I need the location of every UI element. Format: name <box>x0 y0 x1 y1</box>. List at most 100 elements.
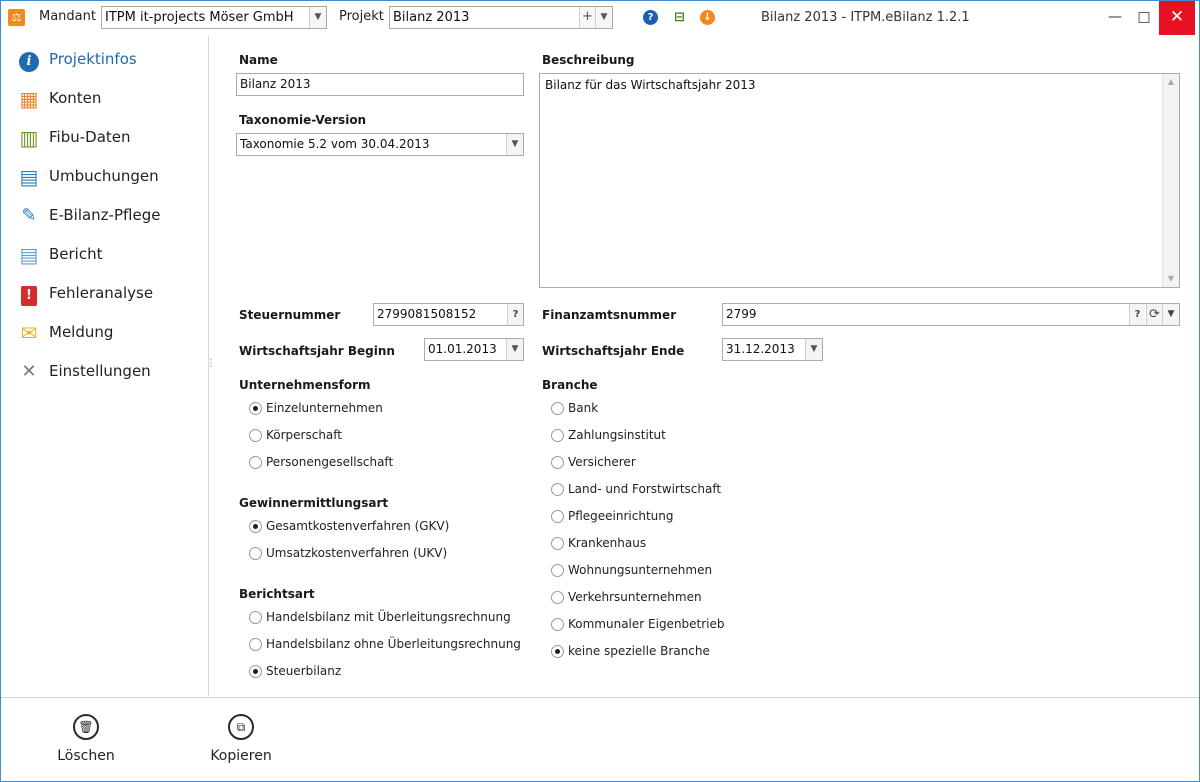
radio-button[interactable] <box>249 520 262 533</box>
chevron-down-icon[interactable]: ▼ <box>506 134 523 155</box>
projekt-value: Bilanz 2013 <box>393 10 470 25</box>
unternehmensform-label: Unternehmensform <box>239 378 371 392</box>
chevron-down-icon[interactable]: ▼ <box>805 339 822 360</box>
taxonomie-select[interactable]: Taxonomie 5.2 vom 30.04.2013 ▼ <box>236 133 524 156</box>
scroll-down-icon[interactable]: ▼ <box>1163 272 1179 286</box>
wj-ende-datepicker[interactable]: 31.12.2013 ▼ <box>722 338 823 361</box>
wj-beginn-value: 01.01.2013 <box>428 342 497 356</box>
sidebar-item-meldung[interactable]: ✉ Meldung <box>8 317 208 347</box>
taxonomie-value: Taxonomie 5.2 vom 30.04.2013 <box>240 137 430 151</box>
network-icon[interactable]: ⊟ <box>672 10 687 25</box>
projekt-label: Projekt <box>339 9 384 24</box>
gewinnermittlungsart-label: Gewinnermittlungsart <box>239 496 389 510</box>
wj-beginn-datepicker[interactable]: 01.01.2013 ▼ <box>424 338 524 361</box>
steuernummer-input[interactable]: 2799081508152 ? <box>373 303 524 326</box>
sidebar-item-label: Fibu-Daten <box>49 128 131 146</box>
chevron-down-icon[interactable]: ▼ <box>595 7 612 28</box>
sidebar-item-projektinfos[interactable]: i Projektinfos <box>8 44 208 74</box>
radio-button[interactable] <box>551 564 564 577</box>
radio-button[interactable] <box>551 645 564 658</box>
radio-label: Krankenhaus <box>568 536 647 550</box>
radio-label: keine spezielle Branche <box>568 644 710 658</box>
copy-label: Kopieren <box>210 748 272 764</box>
finanzamt-help-button[interactable]: ? <box>1129 304 1145 325</box>
radio-button[interactable] <box>551 483 564 496</box>
mandant-select[interactable]: ITPM it-projects Möser GmbH ▼ <box>101 6 327 29</box>
chevron-down-icon[interactable]: ▼ <box>309 7 326 28</box>
radio-button[interactable] <box>551 510 564 523</box>
chevron-down-icon[interactable]: ▼ <box>1162 304 1179 325</box>
sidebar-item-e-bilanz-pflege[interactable]: ✎ E-Bilanz-Pflege <box>8 200 208 230</box>
finanzamt-label: Finanzamtsnummer <box>542 308 677 322</box>
copy-button[interactable]: ⧉ Kopieren <box>191 714 291 770</box>
splitter-handle[interactable]: ⋮ <box>206 359 216 379</box>
info-icon: i <box>18 49 40 72</box>
edit-document-icon: ✎ <box>21 205 37 226</box>
steuernummer-help-button[interactable]: ? <box>507 304 523 325</box>
radio-button[interactable] <box>551 591 564 604</box>
radio-button[interactable] <box>249 611 262 624</box>
radio-button[interactable] <box>551 402 564 415</box>
help-icon[interactable]: ? <box>643 10 658 25</box>
project-info-form: Name Bilanz 2013 Taxonomie-Version Taxon… <box>223 36 1193 696</box>
sidebar-item-konten[interactable]: ▦ Konten <box>8 83 208 113</box>
download-icon[interactable]: ↓ <box>700 10 715 25</box>
radio-label: Gesamtkostenverfahren (GKV) <box>266 519 450 533</box>
sidebar-item-fehleranalyse[interactable]: ! Fehleranalyse <box>8 278 208 308</box>
sidebar-item-bericht[interactable]: ▤ Bericht <box>8 239 208 269</box>
sidebar-item-label: Meldung <box>49 323 114 341</box>
berichtsart-label: Berichtsart <box>239 587 315 601</box>
radio-label: Kommunaler Eigenbetrieb <box>568 617 725 631</box>
radio-label: Handelsbilanz ohne Überleitungsrechnung <box>266 637 521 651</box>
refresh-icon[interactable]: ⟳ <box>1146 304 1162 325</box>
radio-button[interactable] <box>551 456 564 469</box>
open-book-icon: ▤ <box>19 165 39 189</box>
close-button[interactable]: ✕ <box>1159 1 1195 35</box>
finanzamt-input[interactable]: 2799 ? ⟳ ▼ <box>722 303 1180 326</box>
mandant-label: Mandant <box>39 9 96 24</box>
add-project-button[interactable]: + <box>579 7 595 28</box>
sidebar-item-einstellungen[interactable]: ✕ Einstellungen <box>8 356 208 386</box>
steuernummer-value: 2799081508152 <box>377 307 477 321</box>
radio-label: Pflegeeinrichtung <box>568 509 674 523</box>
radio-button[interactable] <box>249 547 262 560</box>
radio-button[interactable] <box>249 429 262 442</box>
radio-button[interactable] <box>249 665 262 678</box>
sidebar-item-label: Umbuchungen <box>49 167 159 185</box>
radio-label: Personengesellschaft <box>266 455 394 469</box>
wj-ende-label: Wirtschaftsjahr Ende <box>542 344 685 358</box>
wj-beginn-label: Wirtschaftsjahr Beginn <box>239 344 395 358</box>
sidebar: i Projektinfos ▦ Konten ▥ Fibu-Daten ▤ U… <box>8 36 209 696</box>
radio-button[interactable] <box>551 429 564 442</box>
radio-button[interactable] <box>249 456 262 469</box>
scroll-up-icon[interactable]: ▲ <box>1163 75 1179 89</box>
radio-label: Land- und Forstwirtschaft <box>568 482 722 496</box>
radio-button[interactable] <box>551 618 564 631</box>
sidebar-item-label: Konten <box>49 89 102 107</box>
radio-label: Umsatzkostenverfahren (UKV) <box>266 546 448 560</box>
radio-button[interactable] <box>249 402 262 415</box>
finanzamt-value: 2799 <box>726 307 757 321</box>
delete-button[interactable]: 🗑 Löschen <box>36 714 136 770</box>
maximize-button[interactable]: □ <box>1126 1 1162 35</box>
radio-button[interactable] <box>551 537 564 550</box>
radio-label: Zahlungsinstitut <box>568 428 666 442</box>
chevron-down-icon[interactable]: ▼ <box>506 339 523 360</box>
sidebar-item-fibu-daten[interactable]: ▥ Fibu-Daten <box>8 122 208 152</box>
radio-label: Einzelunternehmen <box>266 401 383 415</box>
taxonomie-label: Taxonomie-Version <box>239 113 367 127</box>
radio-button[interactable] <box>249 638 262 651</box>
sidebar-item-umbuchungen[interactable]: ▤ Umbuchungen <box>8 161 208 191</box>
action-bar: 🗑 Löschen ⧉ Kopieren <box>1 697 1199 781</box>
beschreibung-label: Beschreibung <box>542 53 635 67</box>
description-scrollbar[interactable]: ▲ ▼ <box>1162 74 1179 287</box>
name-input[interactable]: Bilanz 2013 <box>236 73 524 96</box>
branche-label: Branche <box>542 378 598 392</box>
projekt-select[interactable]: Bilanz 2013 + ▼ <box>389 6 613 29</box>
books-icon: ▥ <box>19 126 39 150</box>
radio-label: Handelsbilanz mit Überleitungsrechnung <box>266 610 511 624</box>
steuernummer-label: Steuernummer <box>239 308 341 322</box>
table-icon: ▦ <box>19 87 39 111</box>
beschreibung-textarea[interactable]: Bilanz für das Wirtschaftsjahr 2013 ▲ ▼ <box>539 73 1180 288</box>
error-icon: ! <box>18 283 40 306</box>
